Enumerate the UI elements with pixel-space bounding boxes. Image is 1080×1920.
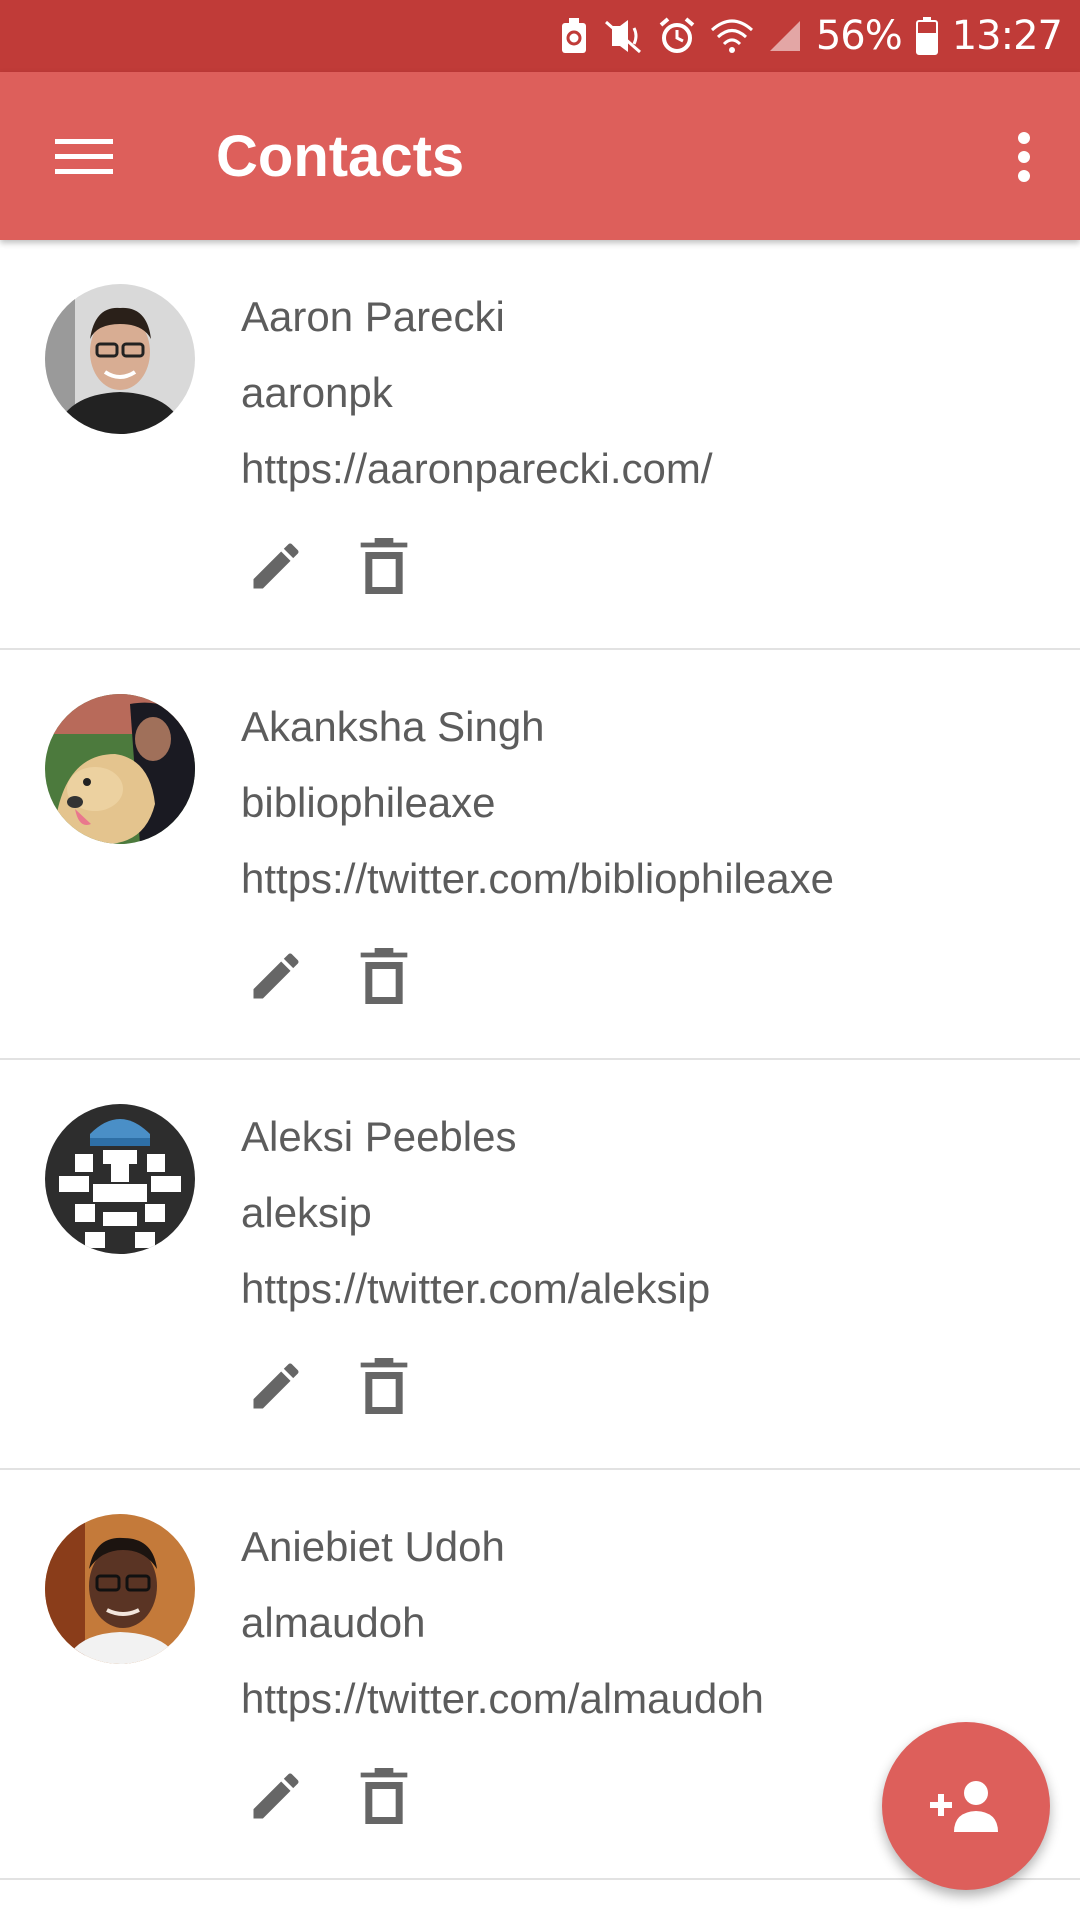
contact-card: Akanksha Singh bibliophileaxe https://tw… [0,650,1080,1060]
contact-username: almaudoh [241,1599,426,1646]
trash-icon [360,1768,408,1824]
delete-button[interactable] [350,1352,418,1420]
trash-icon [360,948,408,1004]
app-bar: Contacts [0,72,1080,240]
edit-button[interactable] [242,1762,310,1830]
avatar [45,284,195,434]
contact-username: bibliophileaxe [241,779,496,826]
edit-button[interactable] [242,1352,310,1420]
pencil-icon [253,953,299,999]
delete-button[interactable] [350,532,418,600]
contact-card: Aaron Parecki aaronpk https://aaronparec… [0,240,1080,650]
contact-name: Aniebiet Udoh [241,1523,505,1570]
contact-name: Akanksha Singh [241,703,545,750]
recycle-notification-icon [560,17,588,55]
edit-button[interactable] [242,532,310,600]
contact-name: Aleksi Peebles [241,1113,517,1160]
vibrate-icon [602,18,644,54]
trash-icon [360,1358,408,1414]
menu-button[interactable] [44,122,124,192]
contact-name: Aaron Parecki [241,293,505,340]
contact-url[interactable]: https://aaronparecki.com/ [241,444,713,494]
status-bar: 56% 13:27 [0,0,1080,72]
pencil-icon [253,1363,299,1409]
avatar [45,1104,195,1254]
contact-url[interactable]: https://twitter.com/bibliophileaxe [241,854,834,904]
contact-username: aleksip [241,1189,372,1236]
clock-time: 13:27 [951,13,1063,59]
add-contact-button[interactable] [882,1722,1050,1890]
delete-button[interactable] [350,1762,418,1830]
wifi-icon [710,18,754,54]
more-vert-icon [1018,132,1030,182]
battery-percent: 56% [815,13,903,59]
contact-url[interactable]: https://twitter.com/aleksip [241,1264,710,1314]
avatar [45,1514,195,1664]
contact-username: aaronpk [241,369,393,416]
pencil-icon [253,543,299,589]
avatar [45,694,195,844]
contact-url[interactable]: https://twitter.com/almaudoh [241,1674,764,1724]
delete-button[interactable] [350,942,418,1010]
contact-list: Aaron Parecki aaronpk https://aaronparec… [0,240,1080,1880]
trash-icon [360,538,408,594]
edit-button[interactable] [242,942,310,1010]
pencil-icon [253,1773,299,1819]
overflow-menu-button[interactable] [994,122,1054,192]
add-person-icon [930,1781,998,1832]
alarm-icon [658,17,696,55]
page-title: Contacts [216,124,465,189]
menu-icon [55,139,113,174]
battery-icon [915,17,938,55]
signal-icon [768,19,802,53]
contact-card: Aleksi Peebles aleksip https://twitter.c… [0,1060,1080,1470]
